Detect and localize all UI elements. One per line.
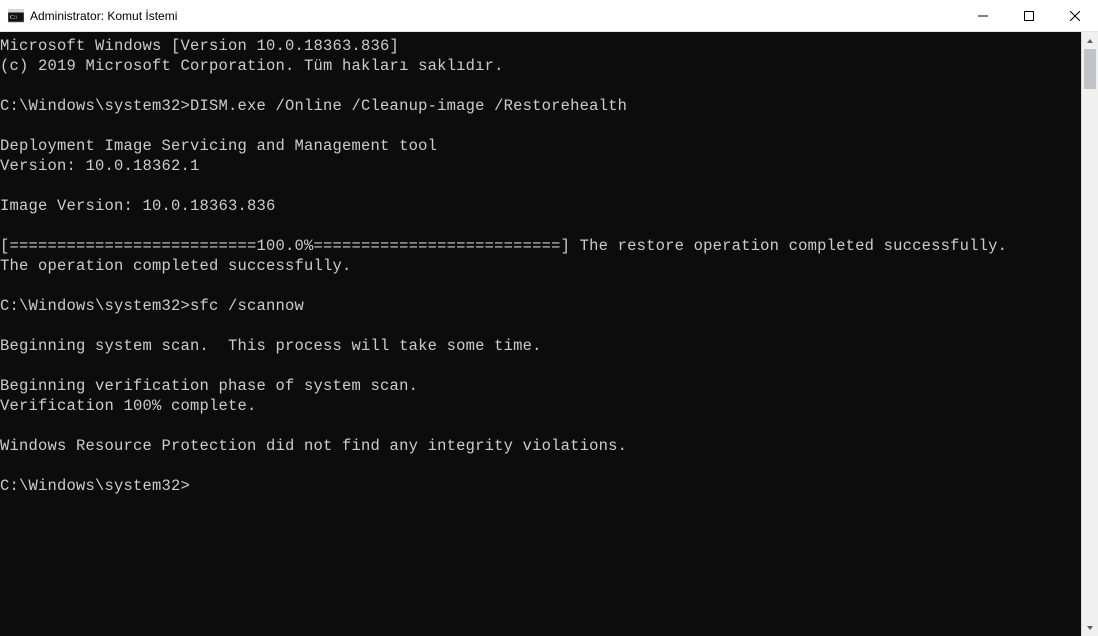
terminal-line: C:\Windows\system32>DISM.exe /Online /Cl… bbox=[0, 96, 1081, 116]
terminal-line bbox=[0, 416, 1081, 436]
terminal-line: Beginning system scan. This process will… bbox=[0, 336, 1081, 356]
terminal-line: Windows Resource Protection did not find… bbox=[0, 436, 1081, 456]
scroll-thumb[interactable] bbox=[1084, 49, 1096, 89]
maximize-button[interactable] bbox=[1006, 0, 1052, 31]
cmd-window: C:\ Administrator: Komut İstemi Microsof… bbox=[0, 0, 1098, 636]
terminal-line bbox=[0, 456, 1081, 476]
terminal-line bbox=[0, 76, 1081, 96]
terminal-line: C:\Windows\system32> bbox=[0, 476, 1081, 496]
scroll-down-arrow-icon[interactable] bbox=[1082, 619, 1098, 636]
cmd-app-icon: C:\ bbox=[8, 8, 24, 24]
terminal-line bbox=[0, 356, 1081, 376]
vertical-scrollbar[interactable] bbox=[1081, 32, 1098, 636]
terminal-line: The operation completed successfully. bbox=[0, 256, 1081, 276]
terminal-line: Version: 10.0.18362.1 bbox=[0, 156, 1081, 176]
scroll-up-arrow-icon[interactable] bbox=[1082, 32, 1098, 49]
window-controls bbox=[960, 0, 1098, 31]
window-title: Administrator: Komut İstemi bbox=[30, 9, 960, 23]
minimize-button[interactable] bbox=[960, 0, 1006, 31]
terminal-line: [==========================100.0%=======… bbox=[0, 236, 1081, 256]
close-button[interactable] bbox=[1052, 0, 1098, 31]
terminal-line bbox=[0, 116, 1081, 136]
terminal-line: Deployment Image Servicing and Managemen… bbox=[0, 136, 1081, 156]
terminal-line bbox=[0, 276, 1081, 296]
terminal-line bbox=[0, 316, 1081, 336]
terminal-line bbox=[0, 216, 1081, 236]
titlebar[interactable]: C:\ Administrator: Komut İstemi bbox=[0, 0, 1098, 32]
terminal-line: Microsoft Windows [Version 10.0.18363.83… bbox=[0, 36, 1081, 56]
terminal-line bbox=[0, 176, 1081, 196]
svg-text:C:\: C:\ bbox=[10, 15, 18, 21]
terminal-line: Image Version: 10.0.18363.836 bbox=[0, 196, 1081, 216]
terminal-line: C:\Windows\system32>sfc /scannow bbox=[0, 296, 1081, 316]
terminal-line: Beginning verification phase of system s… bbox=[0, 376, 1081, 396]
terminal-line: Verification 100% complete. bbox=[0, 396, 1081, 416]
terminal-area: Microsoft Windows [Version 10.0.18363.83… bbox=[0, 32, 1098, 636]
scroll-track[interactable] bbox=[1082, 49, 1098, 619]
terminal-output[interactable]: Microsoft Windows [Version 10.0.18363.83… bbox=[0, 32, 1081, 636]
terminal-line: (c) 2019 Microsoft Corporation. Tüm hakl… bbox=[0, 56, 1081, 76]
